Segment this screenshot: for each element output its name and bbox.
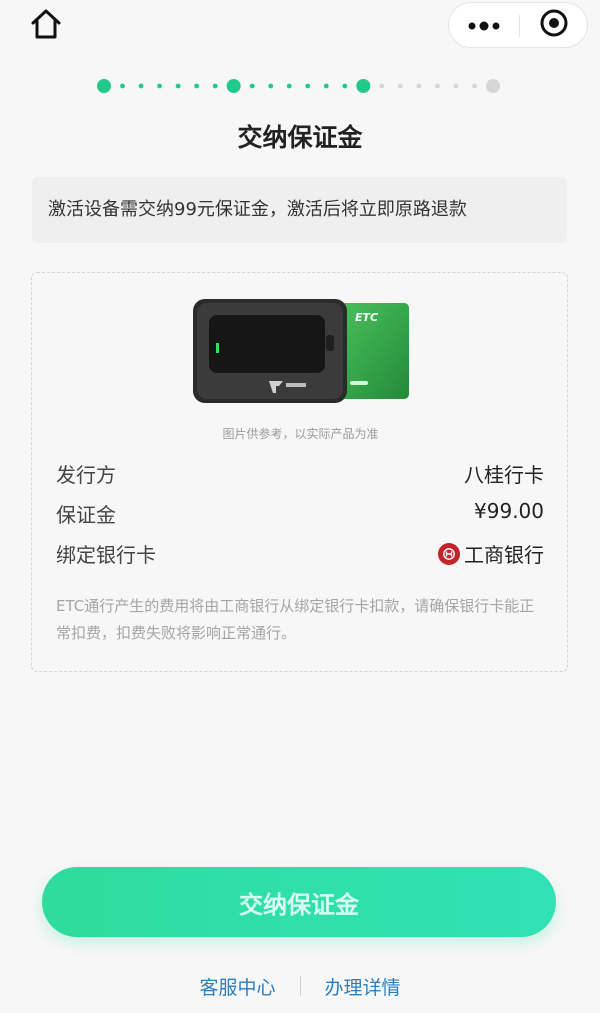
step-connector-dot	[249, 83, 255, 89]
etc-device-image: ETC	[189, 297, 413, 409]
issuer-row: 发行方 八桂行卡	[56, 459, 544, 491]
application-details-link[interactable]: 办理详情	[325, 973, 401, 1000]
top-bar	[0, 0, 600, 56]
link-divider	[299, 976, 301, 996]
step-connector-dot	[175, 83, 181, 89]
step-connector-dot	[435, 83, 440, 89]
close-button[interactable]	[520, 3, 588, 47]
step-connector-dot	[157, 83, 162, 89]
more-dots-icon	[467, 16, 501, 35]
step-4-marker	[486, 79, 500, 93]
bank-card-row: 绑定银行卡 工商银行	[56, 539, 544, 571]
step-connector-dot	[268, 83, 274, 89]
footer-links: 客服中心 办理详情	[0, 970, 600, 1002]
progress-steps	[0, 76, 600, 96]
step-1-marker	[97, 79, 111, 93]
customer-service-link[interactable]: 客服中心	[199, 973, 275, 1000]
home-button[interactable]	[26, 6, 66, 46]
step-connector-dot	[342, 83, 348, 89]
device-info-card: ETC 图片供参考，以实际产品为准 发行方 八桂行卡 保证金 ¥99.00 绑定…	[31, 272, 568, 672]
step-connector-dot	[120, 83, 125, 89]
issuer-label: 发行方	[56, 463, 116, 487]
more-button[interactable]	[449, 3, 519, 47]
billing-disclaimer: ETC通行产生的费用将由工商银行从绑定银行卡扣款，请确保银行卡能正常扣费，扣费失…	[56, 597, 535, 642]
home-icon	[29, 8, 63, 44]
bank-card-label: 绑定银行卡	[56, 543, 156, 567]
pay-deposit-button[interactable]: 交纳保证金	[42, 867, 556, 937]
deposit-label: 保证金	[56, 503, 116, 527]
step-connector-dot	[379, 83, 385, 89]
step-2-marker	[226, 79, 241, 93]
step-connector-dot	[397, 83, 403, 89]
step-connector-dot	[138, 83, 144, 89]
issuer-value: 八桂行卡	[464, 463, 544, 487]
step-connector-dot	[212, 83, 218, 89]
deposit-row: 保证金 ¥99.00	[56, 499, 544, 531]
step-connector-dot	[472, 83, 477, 89]
step-connector-dot	[323, 83, 329, 89]
icbc-logo-icon	[438, 542, 460, 565]
etc-card-label: ETC	[355, 311, 378, 324]
deposit-amount: ¥99.00	[474, 499, 544, 523]
step-connector-dot	[286, 83, 292, 89]
step-connector-dot	[305, 83, 311, 89]
page-title: 交纳保证金	[237, 123, 363, 152]
step-connector-dot	[416, 83, 422, 89]
step-connector-dot	[453, 83, 459, 89]
bank-name: 工商银行	[464, 543, 544, 567]
step-3-marker	[356, 79, 371, 93]
image-caption: 图片供参考，以实际产品为准	[222, 427, 379, 441]
close-target-icon	[539, 8, 569, 42]
step-connector-dot	[194, 83, 200, 89]
mini-program-capsule	[448, 2, 588, 48]
deposit-notice: 激活设备需交纳99元保证金，激活后将立即原路退款	[32, 177, 567, 243]
